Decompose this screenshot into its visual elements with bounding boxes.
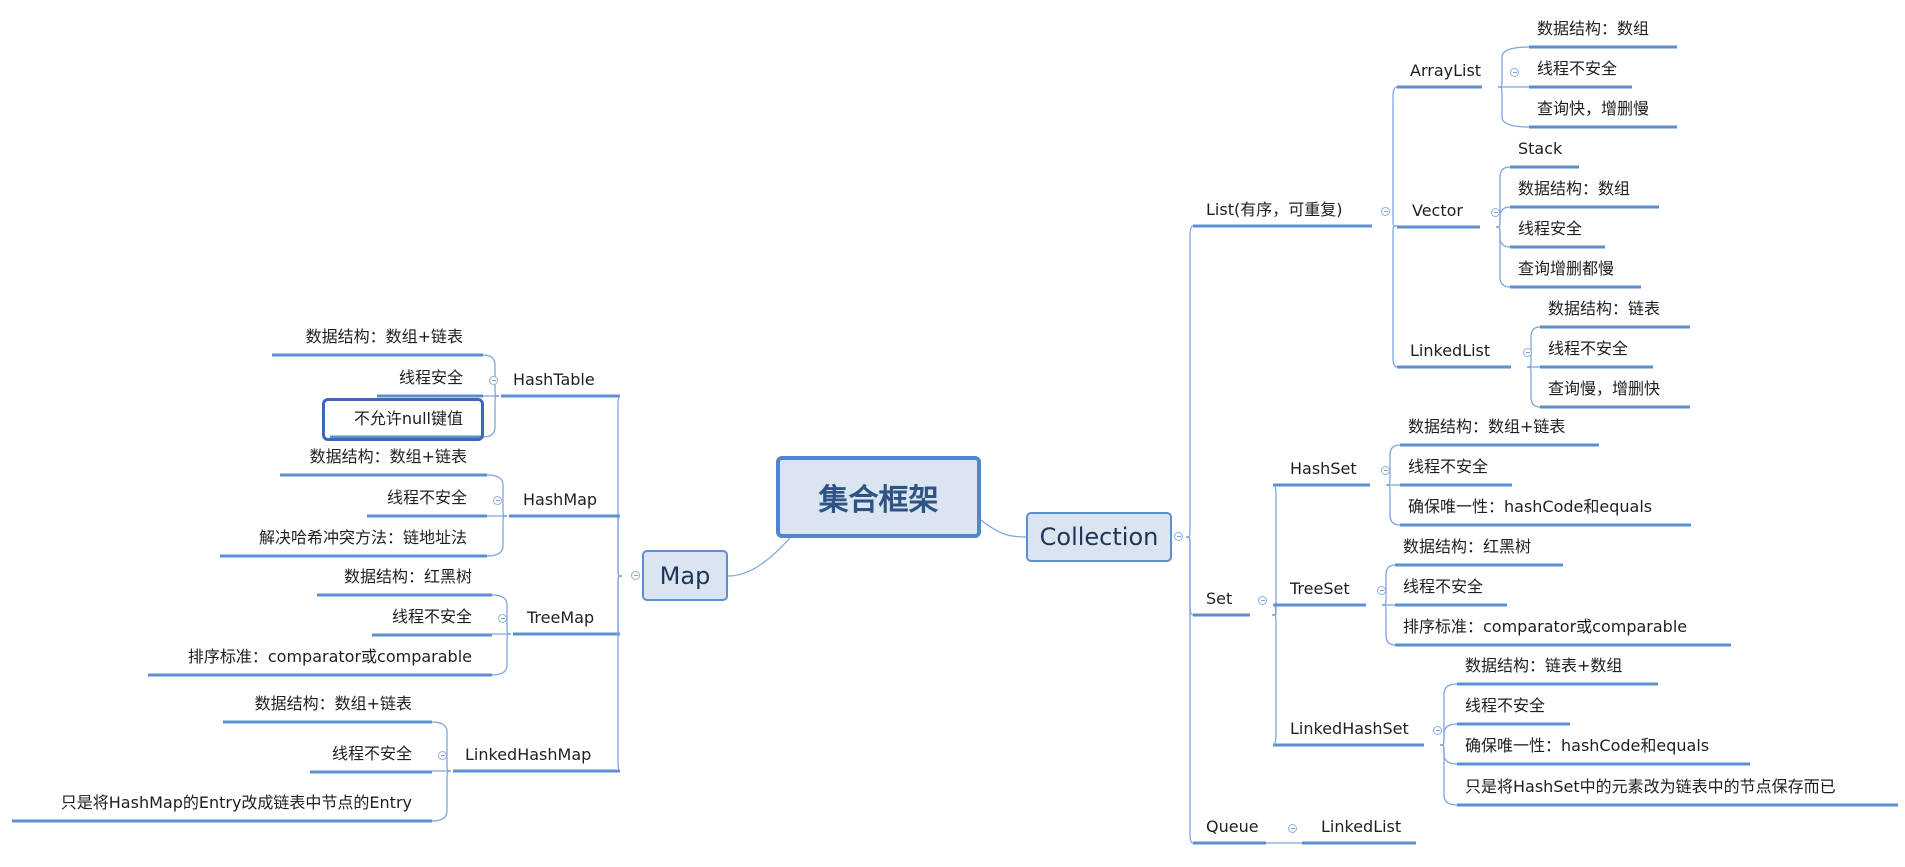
connector-detail [1526,326,1541,368]
map-subtopic-linkedhashmap[interactable]: LinkedHashMap [465,745,591,765]
selected-topic-highlight [322,398,484,441]
detail-topic[interactable]: 只是将HashSet中的元素改为链表中的节点保存而已 [1465,777,1836,797]
collapse-icon[interactable] [1433,726,1442,735]
detail-topic[interactable]: 数据结构：数组+链表 [306,327,463,347]
detail-topic[interactable]: 线程安全 [399,368,463,388]
detail-topic[interactable]: 线程不安全 [1548,339,1628,359]
class-topic[interactable]: Vector [1412,201,1463,221]
connector-collection-0 [1185,225,1194,538]
detail-topic[interactable]: 数据结构：数组 [1518,179,1630,199]
collapse-icon[interactable] [489,376,498,385]
detail-topic[interactable]: 数据结构：红黑树 [344,567,472,587]
map-subtopic-treemap[interactable]: TreeMap [527,608,594,628]
detail-topic[interactable]: 数据结构：链表 [1548,299,1660,319]
detail-topic[interactable]: 解决哈希冲突方法：链地址法 [259,528,467,548]
connector-detail [1381,604,1396,646]
connector-class [1392,86,1398,227]
connector-class [1271,614,1277,746]
connector-detail [486,515,508,557]
class-topic[interactable]: TreeSet [1290,579,1350,599]
detail-topic[interactable]: 数据结构：数组+链表 [310,447,467,467]
collapse-icon[interactable] [438,751,447,760]
connector-detail [1439,744,1458,765]
detail-topic[interactable]: 查询增删都慢 [1518,259,1614,279]
detail-topic[interactable]: 数据结构：链表+数组 [1465,656,1622,676]
collapse-icon[interactable] [498,614,507,623]
class-topic[interactable]: HashSet [1290,459,1357,479]
detail-topic[interactable]: 线程不安全 [1408,457,1488,477]
detail-topic[interactable]: 线程不安全 [1537,59,1617,79]
map-collapse-icon[interactable] [631,571,640,580]
connector-detail [1495,226,1511,248]
detail-topic[interactable]: 数据结构：数组+链表 [255,694,412,714]
connector-detail [1497,86,1530,128]
detail-topic[interactable]: 确保唯一性：hashCode和equals [1408,497,1652,517]
detail-topic[interactable]: 查询慢，增删快 [1548,379,1660,399]
collapse-icon[interactable] [1491,208,1500,217]
connector-detail [1385,484,1401,526]
detail-topic[interactable]: 数据结构：数组 [1537,19,1649,39]
detail-topic[interactable]: 线程不安全 [1403,577,1483,597]
detail-topic[interactable]: 确保唯一性：hashCode和equals [1465,736,1709,756]
map-subtopic-hashtable[interactable]: HashTable [513,370,595,390]
connector-collection-2 [1185,536,1194,844]
connector-map-3 [617,575,623,772]
detail-topic[interactable]: 线程不安全 [1465,696,1545,716]
detail-topic[interactable]: 线程不安全 [392,607,472,627]
connector-detail [1381,564,1396,606]
collection-subtopic[interactable]: Queue [1206,817,1259,837]
connector-detail [1526,366,1541,408]
connector-root-collection [980,519,1027,538]
connector-detail [482,395,500,438]
collapse-icon[interactable] [1288,824,1297,833]
connector-detail [431,721,452,772]
collapse-icon[interactable] [1381,466,1390,475]
collection-subtopic[interactable]: List(有序，可重复) [1206,200,1342,220]
connector-detail [1495,226,1511,288]
map-label: Map [659,561,711,590]
connector-detail [1439,723,1458,746]
class-topic[interactable]: LinkedList [1321,817,1401,837]
mind-map-canvas: 集合框架 Map Collection HashTable 数据结构：数组+链表线… [0,0,1905,867]
collapse-icon[interactable] [1258,596,1267,605]
collection-subtopic[interactable]: Set [1206,589,1232,609]
detail-topic[interactable]: 数据结构：红黑树 [1403,537,1531,557]
detail-topic[interactable]: Stack [1518,139,1562,159]
collapse-icon[interactable] [1381,207,1390,216]
collapse-icon[interactable] [1377,586,1386,595]
connector-map-1 [617,515,623,577]
collapse-icon[interactable] [1510,68,1519,77]
root-topic-label: 集合框架 [818,483,939,518]
detail-topic[interactable]: 线程不安全 [332,744,412,764]
collection-collapse-icon[interactable] [1174,532,1183,541]
connector-detail [431,770,452,822]
connector-detail [1497,46,1530,88]
detail-topic[interactable]: 数据结构：数组+链表 [1408,417,1565,437]
main-topic-collection[interactable]: Collection [1026,512,1172,562]
connector-detail [1385,444,1401,486]
detail-topic[interactable]: 只是将HashMap的Entry改成链表中节点的Entry [61,793,412,813]
connector-root-map [727,537,791,577]
class-topic[interactable]: LinkedList [1410,341,1490,361]
main-topic-map[interactable]: Map [642,550,728,601]
connector-class [1271,484,1277,616]
detail-topic[interactable]: 线程不安全 [387,488,467,508]
root-topic[interactable]: 集合框架 [776,456,981,538]
detail-topic[interactable]: 线程安全 [1518,219,1582,239]
connector-detail [1495,166,1511,228]
connector-detail [491,633,512,676]
class-topic[interactable]: ArrayList [1410,61,1481,81]
collection-label: Collection [1039,523,1159,551]
connector-detail [1439,683,1458,746]
connector-class [1392,225,1398,368]
map-subtopic-hashmap[interactable]: HashMap [523,490,597,510]
detail-topic[interactable]: 排序标准：comparator或comparable [1403,617,1687,637]
collapse-icon[interactable] [1523,348,1532,357]
collapse-icon[interactable] [493,496,502,505]
connector-detail [1439,744,1458,806]
detail-topic[interactable]: 排序标准：comparator或comparable [188,647,472,667]
detail-topic[interactable]: 查询快，增删慢 [1537,99,1649,119]
class-topic[interactable]: LinkedHashSet [1290,719,1409,739]
